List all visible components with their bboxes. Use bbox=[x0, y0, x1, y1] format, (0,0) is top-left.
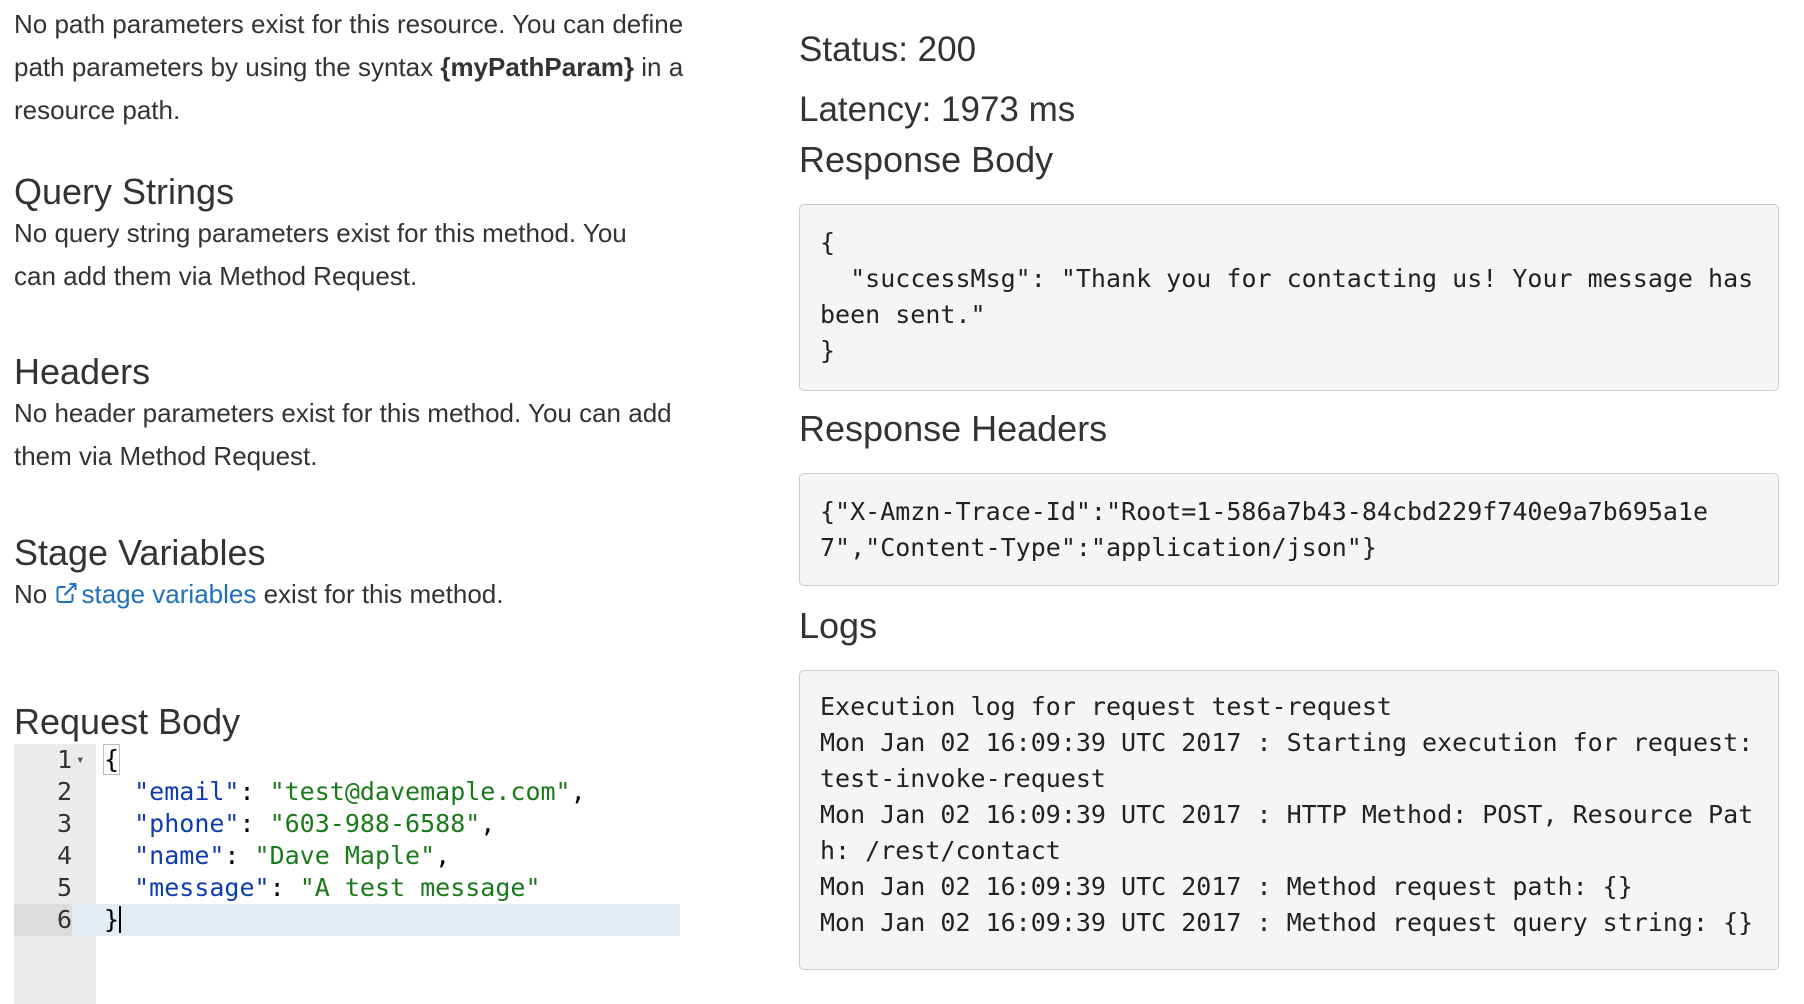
code-text: } bbox=[104, 905, 120, 934]
json-punct: , bbox=[570, 777, 586, 806]
query-strings-text: No query string parameters exist for thi… bbox=[14, 218, 627, 291]
json-punct: , bbox=[435, 841, 451, 870]
path-params-text: No path parameters exist for this resour… bbox=[14, 3, 694, 132]
left-panel: No path parameters exist for this resour… bbox=[14, 0, 694, 1004]
line-number: 5 bbox=[56, 873, 72, 902]
logs-box[interactable]: Execution log for request test-request M… bbox=[799, 670, 1779, 970]
stage-variables-text-after: exist for this method. bbox=[256, 579, 504, 609]
json-value: "A test message" bbox=[299, 873, 541, 902]
json-value: "test@davemaple.com" bbox=[269, 777, 571, 806]
stage-variables-text-before: No bbox=[14, 579, 55, 609]
text-cursor bbox=[119, 906, 122, 933]
stage-variables-link[interactable]: stage variables bbox=[54, 579, 256, 609]
stage-variables-link-label: stage variables bbox=[81, 579, 257, 609]
stage-variables-heading: Stage Variables bbox=[14, 532, 266, 573]
json-value: "603-988-6588" bbox=[269, 809, 481, 838]
response-body-heading: Response Body bbox=[799, 139, 1054, 180]
editor-line: 3 "phone": "603-988-6588", bbox=[14, 808, 680, 840]
logs-heading: Logs bbox=[799, 605, 878, 646]
request-body-editor[interactable]: 1 ▾ { 2 "email": "test@davemaple.com", 3… bbox=[14, 744, 680, 1004]
stage-variables-text: No stage variables exist for this method… bbox=[14, 573, 694, 616]
request-body-heading: Request Body bbox=[14, 701, 241, 742]
external-link-icon bbox=[56, 583, 77, 603]
query-strings-heading: Query Strings bbox=[14, 171, 235, 212]
line-number: 3 bbox=[56, 809, 72, 838]
editor-line: 5 "message": "A test message" bbox=[14, 872, 680, 904]
headers-heading: Headers bbox=[14, 351, 151, 392]
fold-toggle-icon[interactable]: ▾ bbox=[76, 744, 84, 776]
json-value: "Dave Maple" bbox=[254, 841, 436, 870]
json-key: "email" bbox=[134, 777, 240, 806]
json-punct: , bbox=[480, 809, 496, 838]
response-headers-box: {"X-Amzn-Trace-Id":"Root=1-586a7b43-84cb… bbox=[799, 473, 1779, 586]
right-panel: Status: 200 Latency: 1973 ms Response Bo… bbox=[799, 0, 1779, 970]
latency-text: Latency: 1973 ms bbox=[799, 90, 1076, 129]
line-number: 6 bbox=[14, 904, 72, 936]
line-number: 2 bbox=[56, 777, 72, 806]
response-body-box: { "successMsg": "Thank you for contactin… bbox=[799, 204, 1779, 391]
json-key: "name" bbox=[134, 841, 225, 870]
editor-line: 1 ▾ { bbox=[14, 744, 680, 776]
json-key: "phone" bbox=[134, 809, 240, 838]
line-number: 1 bbox=[56, 745, 72, 774]
headers-text: No header parameters exist for this meth… bbox=[14, 398, 672, 471]
response-headers-heading: Response Headers bbox=[799, 408, 1108, 449]
json-key: "message" bbox=[134, 873, 270, 902]
editor-line-active: 6 } bbox=[14, 904, 680, 936]
code-text: { bbox=[102, 744, 121, 775]
path-param-syntax: {myPathParam} bbox=[440, 52, 635, 82]
editor-line: 2 "email": "test@davemaple.com", bbox=[14, 776, 680, 808]
line-number: 4 bbox=[56, 841, 72, 870]
status-text: Status: 200 bbox=[799, 30, 977, 69]
editor-line: 4 "name": "Dave Maple", bbox=[14, 840, 680, 872]
